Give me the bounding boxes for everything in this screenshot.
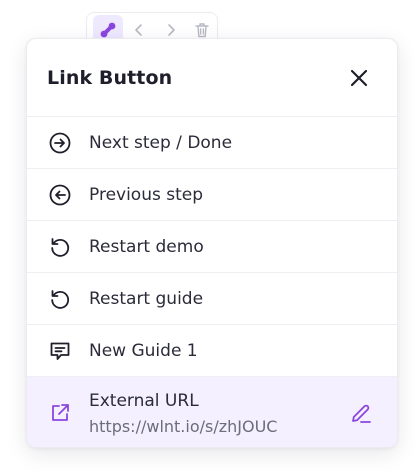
menu-item-label: Previous step bbox=[89, 184, 204, 205]
restart-icon bbox=[47, 286, 73, 312]
menu-item-label: Restart demo bbox=[89, 236, 204, 257]
restart-icon bbox=[47, 234, 73, 260]
external-url-value: https://wlnt.io/s/zhJOUC bbox=[89, 416, 278, 436]
menu-item-next-step[interactable]: Next step / Done bbox=[27, 117, 397, 169]
menu-item-label: External URL bbox=[89, 390, 199, 411]
menu-item-restart-guide[interactable]: Restart guide bbox=[27, 273, 397, 325]
external-url-text: External URL https://wlnt.io/s/zhJOUC bbox=[89, 391, 277, 436]
arrow-right-circle-icon bbox=[47, 130, 73, 156]
menu-item-label: New Guide 1 bbox=[89, 340, 198, 361]
menu-item-previous-step[interactable]: Previous step bbox=[27, 169, 397, 221]
arrow-left-circle-icon bbox=[47, 182, 73, 208]
guide-message-icon bbox=[47, 338, 73, 364]
panel-title: Link Button bbox=[47, 66, 173, 89]
menu-item-restart-demo[interactable]: Restart demo bbox=[27, 221, 397, 273]
link-button-panel: Link Button Next step / Done Previous st… bbox=[26, 38, 398, 448]
panel-header: Link Button bbox=[27, 39, 397, 117]
menu-item-new-guide-1[interactable]: New Guide 1 bbox=[27, 325, 397, 377]
menu-item-label: Restart guide bbox=[89, 288, 204, 309]
menu-item-label: Next step / Done bbox=[89, 132, 233, 153]
close-icon[interactable] bbox=[345, 64, 373, 92]
edit-icon[interactable] bbox=[347, 399, 375, 427]
external-link-icon bbox=[47, 400, 73, 426]
menu-item-external-url[interactable]: External URL https://wlnt.io/s/zhJOUC bbox=[27, 377, 397, 447]
